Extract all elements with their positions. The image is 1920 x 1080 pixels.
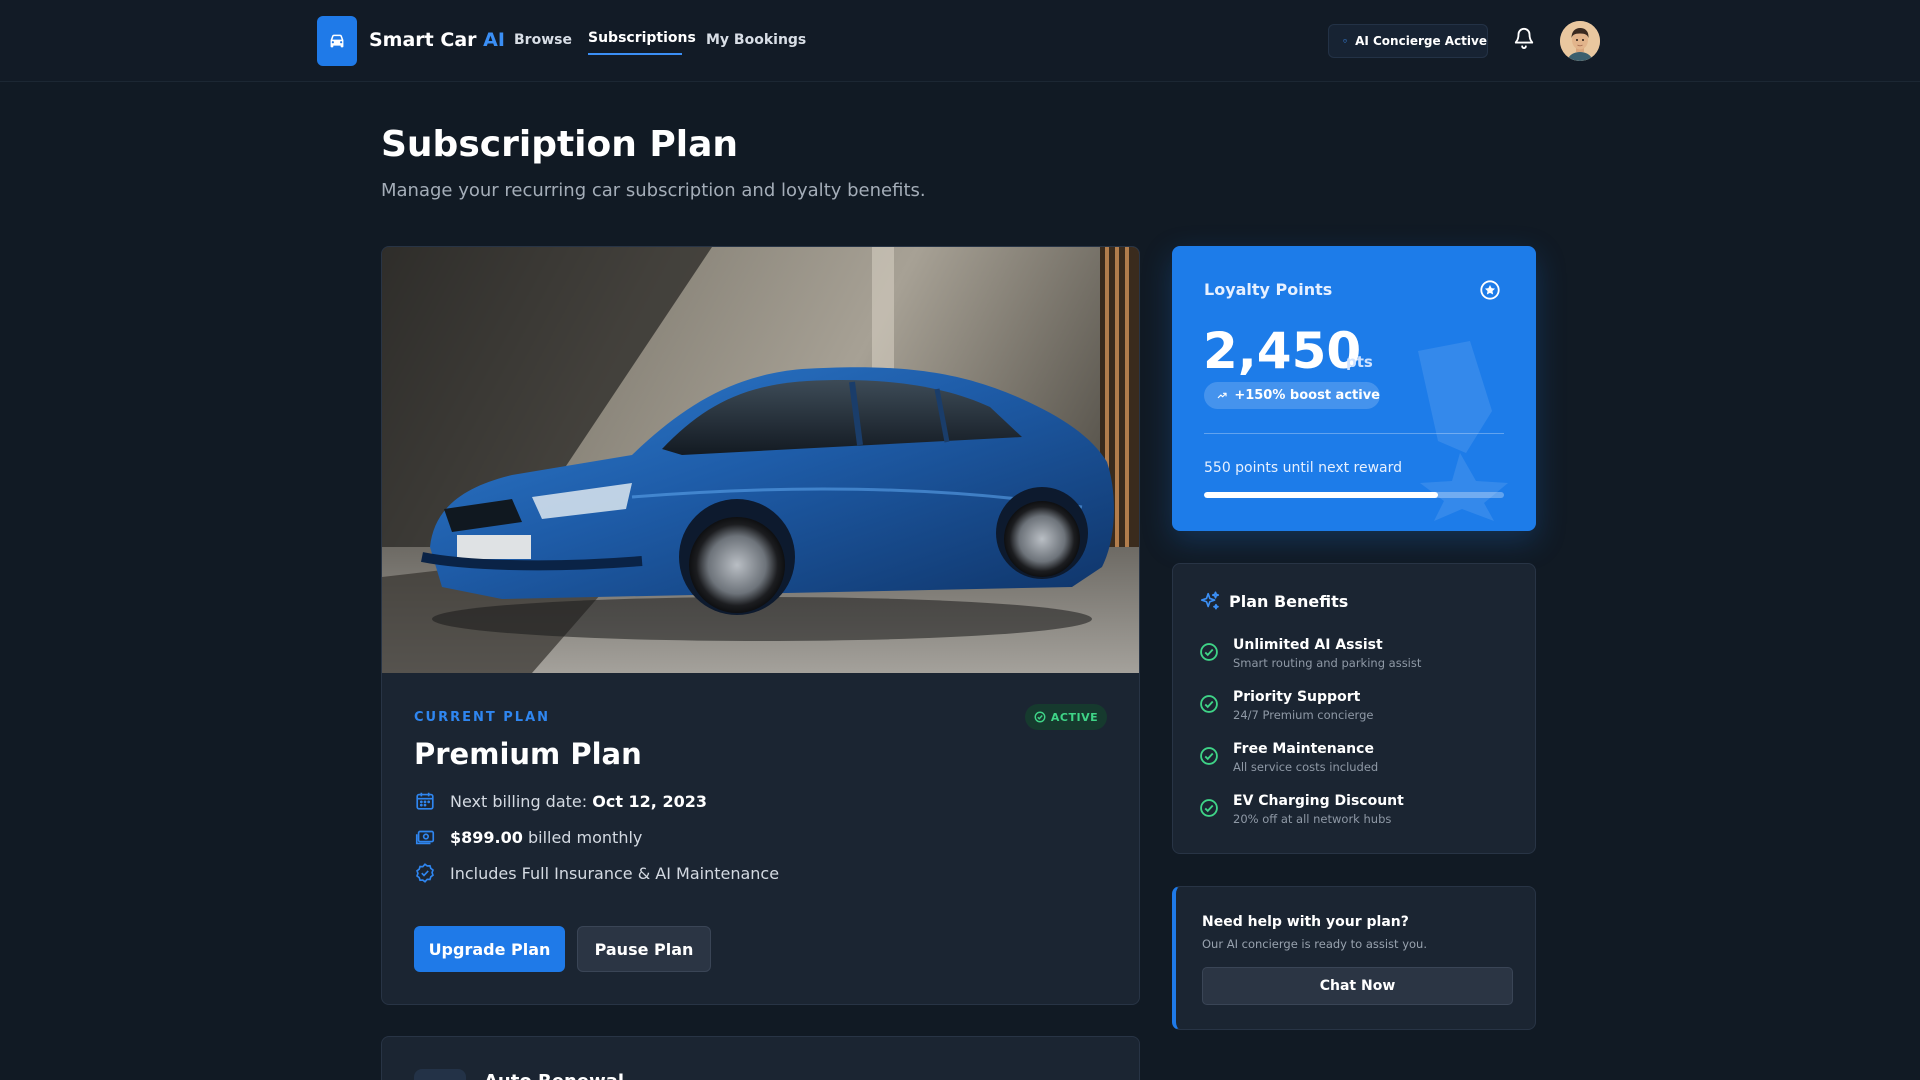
boost-text: +150% boost active <box>1234 388 1380 403</box>
brand-text: Smart Car <box>369 29 477 51</box>
check-circle-icon <box>1200 799 1218 817</box>
auto-renewal-card: Auto Renewal <box>381 1036 1140 1080</box>
current-plan-label: CURRENT PLAN <box>414 710 551 725</box>
benefit-description: All service costs included <box>1233 760 1379 774</box>
help-title: Need help with your plan? <box>1202 914 1409 930</box>
car-icon <box>330 34 344 48</box>
includes-text: Includes Full Insurance & AI Maintenance <box>450 863 780 883</box>
nav-my-bookings[interactable]: My Bookings <box>706 32 806 48</box>
top-navigation-bar: Smart Car AI Browse Subscriptions My Boo… <box>0 0 1920 82</box>
status-text: ACTIVE <box>1050 710 1099 724</box>
benefits-header: Plan Benefits <box>1199 590 1348 612</box>
badge-check-icon <box>416 863 434 883</box>
billing-date-text: Next billing date: Oct 12, 2023 <box>450 791 707 811</box>
user-avatar[interactable] <box>1560 21 1600 61</box>
check-circle-icon <box>1200 643 1218 661</box>
price-text: $899.00 billed monthly <box>450 827 643 847</box>
status-badge: ACTIVE <box>1025 704 1107 730</box>
concierge-status-text: AI Concierge Active <box>1355 34 1487 48</box>
ai-concierge-status[interactable]: AI Concierge Active <box>1328 24 1488 58</box>
nav-browse[interactable]: Browse <box>514 32 572 48</box>
trending-up-icon <box>1217 392 1227 399</box>
sparkle-icon <box>1200 591 1220 610</box>
benefit-description: Smart routing and parking assist <box>1233 656 1422 670</box>
benefit-title: Free Maintenance <box>1233 741 1374 757</box>
benefit-description: 24/7 Premium concierge <box>1233 708 1374 722</box>
star-circle-icon[interactable] <box>1479 279 1501 301</box>
benefits-title: Plan Benefits <box>1229 591 1349 611</box>
check-circle-icon <box>1200 747 1218 765</box>
help-card: Need help with your plan? Our AI concier… <box>1172 886 1536 1030</box>
reward-progress-bar <box>1204 492 1504 498</box>
plan-name: Premium Plan <box>414 737 642 771</box>
auto-renewal-icon <box>414 1069 466 1080</box>
page-subtitle: Manage your recurring car subscription a… <box>381 180 926 201</box>
check-circle-icon <box>1034 711 1046 723</box>
nav-subscriptions[interactable]: Subscriptions <box>588 30 696 46</box>
benefit-item: EV Charging Discount 20% off at all netw… <box>1199 793 1404 826</box>
auto-renewal-title: Auto Renewal <box>484 1071 624 1080</box>
upgrade-plan-button[interactable]: Upgrade Plan <box>414 926 565 972</box>
benefit-title: EV Charging Discount <box>1233 793 1404 809</box>
brand-ai-text: AI <box>483 29 505 51</box>
logo-badge[interactable] <box>317 16 357 66</box>
benefit-item: Unlimited AI Assist Smart routing and pa… <box>1199 637 1421 670</box>
benefit-title: Priority Support <box>1233 689 1361 705</box>
includes-row: Includes Full Insurance & AI Maintenance <box>414 861 779 885</box>
benefit-item: Priority Support 24/7 Premium concierge <box>1199 689 1373 722</box>
boost-badge: +150% boost active <box>1204 382 1380 409</box>
loyalty-title: Loyalty Points <box>1204 280 1333 299</box>
page-title: Subscription Plan <box>381 124 739 165</box>
help-description: Our AI concierge is ready to assist you. <box>1202 937 1428 951</box>
plan-benefits-card: Plan Benefits Unlimited AI Assist Smart … <box>1172 563 1536 854</box>
loyalty-points-value: 2,450 <box>1203 322 1362 380</box>
price-row: $899.00 billed monthly <box>414 825 642 849</box>
calendar-icon <box>416 792 434 810</box>
loyalty-points-card: Loyalty Points 2,450 pts +150% boost act… <box>1172 246 1536 531</box>
chat-now-button[interactable]: Chat Now <box>1202 967 1513 1005</box>
nav-active-indicator <box>588 53 682 55</box>
shield-icon <box>1343 39 1347 43</box>
car-image <box>382 247 1139 673</box>
avatar-image <box>1560 21 1600 61</box>
benefit-title: Unlimited AI Assist <box>1233 637 1383 653</box>
loyalty-divider <box>1204 433 1504 434</box>
next-reward-text: 550 points until next reward <box>1204 460 1403 476</box>
reward-progress-fill <box>1204 492 1438 498</box>
pause-plan-button[interactable]: Pause Plan <box>577 926 711 972</box>
billing-date-row: Next billing date: Oct 12, 2023 <box>414 789 707 813</box>
brand-name[interactable]: Smart Car AI <box>369 29 505 51</box>
benefit-description: 20% off at all network hubs <box>1233 812 1392 826</box>
cash-icon <box>415 830 435 845</box>
check-circle-icon <box>1200 695 1218 713</box>
bell-icon[interactable] <box>1513 26 1535 50</box>
current-plan-card: CURRENT PLAN ACTIVE Premium Plan Next bi… <box>381 246 1140 1005</box>
loyalty-points-unit: pts <box>1346 353 1373 371</box>
benefit-item: Free Maintenance All service costs inclu… <box>1199 741 1378 774</box>
